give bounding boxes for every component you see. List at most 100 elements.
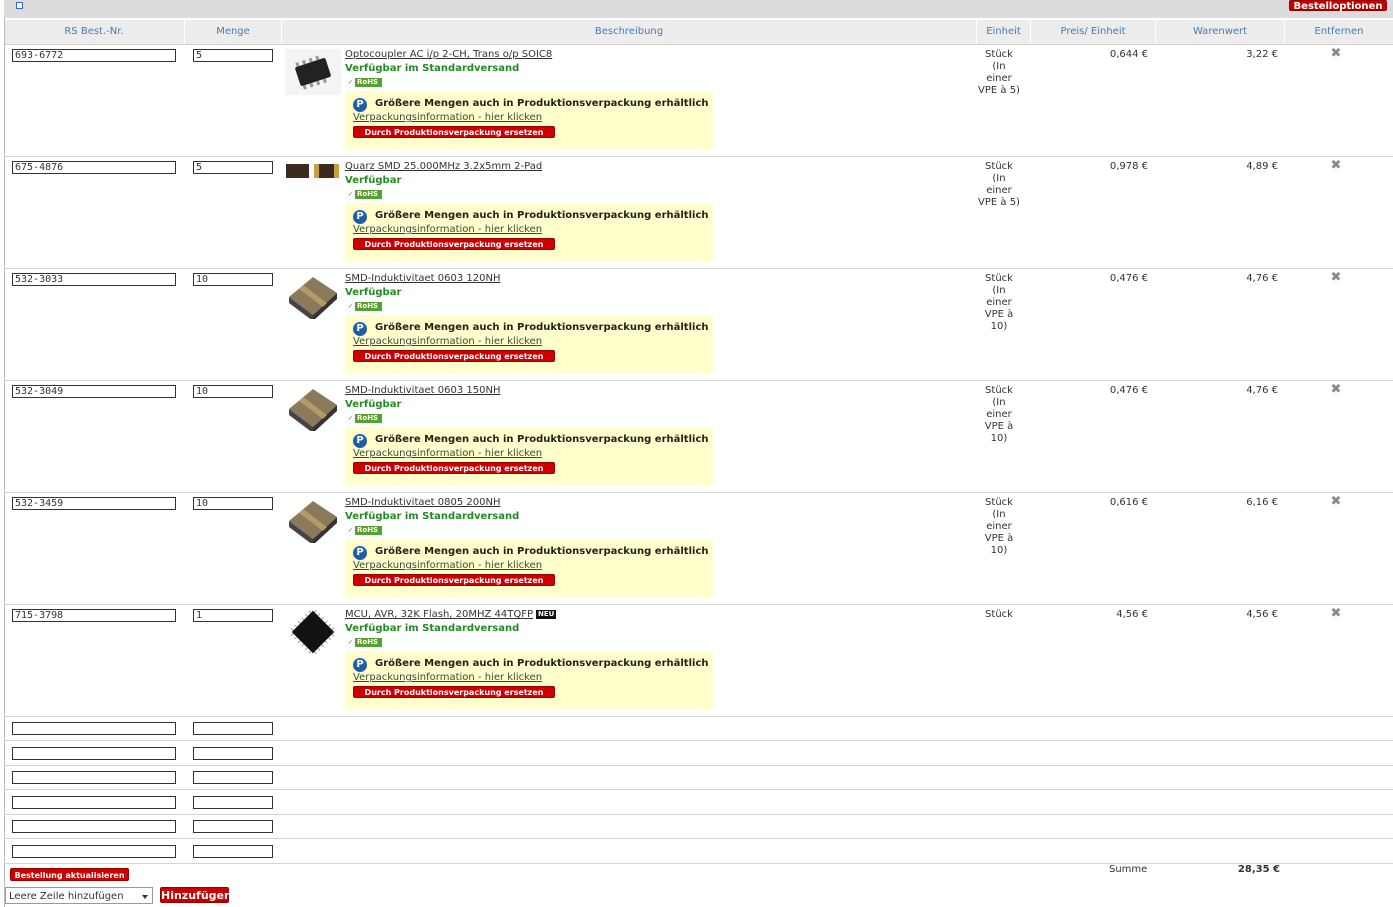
- col-menge: Menge: [185, 20, 282, 44]
- col-beschreibung: Beschreibung: [282, 20, 977, 44]
- table-row: SMD-Induktivitaet 0805 200NH Verfügbar im…: [4, 493, 1393, 605]
- col-warenwert: Warenwert: [1156, 20, 1285, 44]
- col-rs-nr: RS Best.-Nr.: [4, 20, 185, 44]
- unit-text: Stück (In einer VPE à 5): [978, 49, 1020, 96]
- check-icon: ✓: [346, 190, 355, 199]
- product-image[interactable]: [285, 385, 341, 433]
- replace-packaging-button[interactable]: Durch Produktionsverpackung ersetzen: [353, 462, 555, 474]
- rs-nr-input[interactable]: [12, 609, 176, 622]
- remove-icon[interactable]: ✖: [1329, 271, 1343, 285]
- empty-qty-input[interactable]: [193, 771, 273, 784]
- empty-nr-input[interactable]: [12, 845, 176, 858]
- empty-qty-input[interactable]: [193, 747, 273, 760]
- remove-icon[interactable]: ✖: [1329, 607, 1343, 621]
- rohs-badge: ✓ RoHS: [346, 190, 382, 199]
- product-name-link[interactable]: Quarz SMD 25.000MHz 3.2x5mm 2-Pad: [345, 161, 542, 172]
- new-badge: NEU: [536, 609, 557, 619]
- quantity-input[interactable]: [193, 161, 273, 174]
- packaging-promo: P Größere Mengen auch in Produktionsverpa…: [345, 91, 714, 149]
- remove-icon[interactable]: ✖: [1329, 159, 1343, 173]
- rohs-label: RoHS: [357, 638, 379, 646]
- replace-packaging-button[interactable]: Durch Produktionsverpackung ersetzen: [353, 238, 555, 250]
- quantity-input[interactable]: [193, 273, 273, 286]
- empty-qty-input[interactable]: [193, 845, 273, 858]
- packaging-p-icon: P: [353, 322, 367, 336]
- remove-icon[interactable]: ✖: [1329, 495, 1343, 509]
- line-total: 6,16 €: [1246, 497, 1278, 508]
- packaging-info-link[interactable]: Verpackungsinformation - hier klicken: [353, 336, 542, 347]
- rohs-badge: ✓ RoHS: [346, 526, 382, 535]
- availability-text: Verfügbar im Standardversand: [345, 63, 520, 74]
- add-row-select[interactable]: Leere Zeile hinzufügen: [5, 887, 153, 904]
- packaging-info-link[interactable]: Verpackungsinformation - hier klicken: [353, 672, 542, 683]
- unit-text: Stück (In einer VPE à 10): [984, 385, 1014, 444]
- product-name-link[interactable]: SMD-Induktivitaet 0603 120NH: [345, 273, 500, 284]
- product-name-link[interactable]: SMD-Induktivitaet 0805 200NH: [345, 497, 500, 508]
- product-name-link[interactable]: SMD-Induktivitaet 0603 150NH: [345, 385, 500, 396]
- product-image[interactable]: [285, 497, 341, 545]
- quantity-input[interactable]: [193, 49, 273, 62]
- col-entfernen: Entfernen: [1285, 20, 1393, 44]
- packaging-info-link[interactable]: Verpackungsinformation - hier klicken: [353, 560, 542, 571]
- availability-text: Verfügbar im Standardversand: [345, 623, 520, 634]
- rs-nr-input[interactable]: [12, 49, 176, 62]
- col-einheit: Einheit: [977, 20, 1031, 44]
- remove-icon[interactable]: ✖: [1329, 47, 1343, 61]
- line-total: 4,89 €: [1246, 161, 1278, 172]
- empty-nr-input[interactable]: [12, 771, 176, 784]
- update-order-button[interactable]: Bestellung aktualisieren: [10, 868, 129, 881]
- unit-text: Stück (In einer VPE à 10): [984, 497, 1014, 556]
- packaging-p-icon: P: [353, 434, 367, 448]
- empty-nr-input[interactable]: [12, 747, 176, 760]
- collapse-icon[interactable]: [16, 2, 23, 9]
- empty-qty-input[interactable]: [193, 796, 273, 809]
- packaging-info-link[interactable]: Verpackungsinformation - hier klicken: [353, 448, 542, 459]
- empty-qty-input[interactable]: [193, 722, 273, 735]
- empty-nr-input[interactable]: [12, 796, 176, 809]
- packaging-info-link[interactable]: Verpackungsinformation - hier klicken: [353, 112, 542, 123]
- check-icon: ✓: [346, 302, 355, 311]
- packaging-p-icon: P: [353, 658, 367, 672]
- unit-price: 0,476 €: [1109, 385, 1148, 396]
- promo-text: Größere Mengen auch in Produktionsverpac…: [375, 210, 709, 221]
- replace-packaging-button[interactable]: Durch Produktionsverpackung ersetzen: [353, 126, 555, 138]
- rs-nr-input[interactable]: [12, 385, 176, 398]
- empty-qty-input[interactable]: [193, 820, 273, 833]
- rohs-label: RoHS: [357, 190, 379, 198]
- quantity-input[interactable]: [193, 497, 273, 510]
- rohs-label: RoHS: [357, 526, 379, 534]
- packaging-promo: P Größere Mengen auch in Produktionsverpa…: [345, 203, 714, 261]
- replace-packaging-button[interactable]: Durch Produktionsverpackung ersetzen: [353, 350, 555, 362]
- product-image[interactable]: [285, 161, 341, 207]
- rs-nr-input[interactable]: [12, 497, 176, 510]
- quantity-input[interactable]: [193, 609, 273, 622]
- packaging-p-icon: P: [353, 98, 367, 112]
- add-button[interactable]: Hinzufügen: [160, 887, 232, 903]
- summe-value: 28,35 €: [1237, 864, 1280, 875]
- rs-nr-input[interactable]: [12, 273, 176, 286]
- empty-row: [4, 716, 1393, 741]
- packaging-info-link[interactable]: Verpackungsinformation - hier klicken: [353, 224, 542, 235]
- promo-text: Größere Mengen auch in Produktionsverpac…: [375, 546, 709, 557]
- empty-nr-input[interactable]: [12, 722, 176, 735]
- product-image[interactable]: [285, 49, 341, 95]
- empty-row: [4, 790, 1393, 815]
- product-name-link[interactable]: MCU, AVR, 32K Flash, 20MHZ 44TQFP NEU: [345, 609, 557, 620]
- quantity-input[interactable]: [193, 385, 273, 398]
- product-name: Quarz SMD 25.000MHz 3.2x5mm 2-Pad: [345, 161, 543, 172]
- promo-text: Größere Mengen auch in Produktionsverpac…: [375, 98, 709, 109]
- product-image[interactable]: [285, 273, 341, 321]
- unit-price: 0,476 €: [1109, 273, 1148, 284]
- empty-nr-input[interactable]: [12, 820, 176, 833]
- empty-row: [4, 839, 1393, 864]
- availability-text: Verfügbar: [345, 175, 402, 186]
- product-image[interactable]: [285, 609, 341, 655]
- product-name-link[interactable]: Optocoupler AC i/p 2-CH, Trans o/p SOIC8: [345, 49, 552, 60]
- remove-icon[interactable]: ✖: [1329, 383, 1343, 397]
- replace-packaging-button[interactable]: Durch Produktionsverpackung ersetzen: [353, 574, 555, 586]
- rs-nr-input[interactable]: [12, 161, 176, 174]
- packaging-promo: P Größere Mengen auch in Produktionsverpa…: [345, 651, 714, 709]
- order-options-button[interactable]: Bestelloptionen: [1289, 0, 1387, 12]
- replace-packaging-button[interactable]: Durch Produktionsverpackung ersetzen: [353, 686, 555, 698]
- summe-label: Summe: [1109, 864, 1148, 875]
